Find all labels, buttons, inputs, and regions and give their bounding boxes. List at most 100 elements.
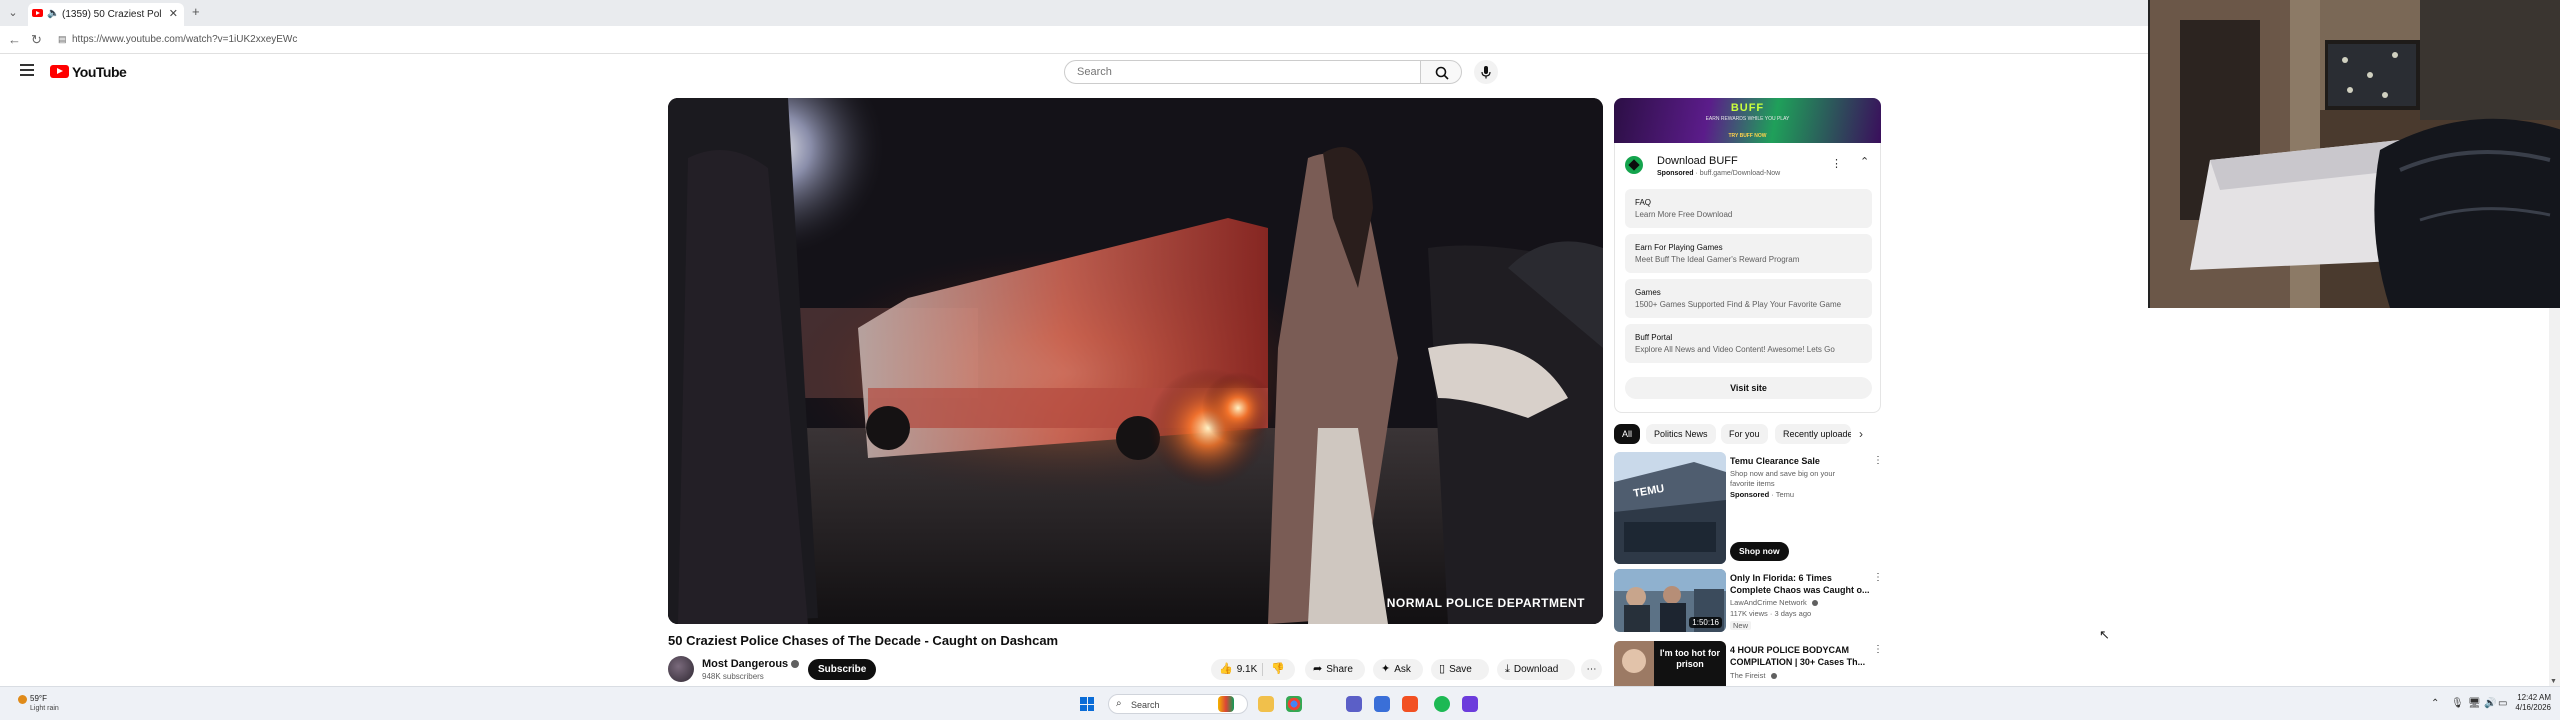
rec-channel[interactable]: The Fireist xyxy=(1730,671,1777,680)
thumbs-up-icon: 👍 xyxy=(1219,663,1233,675)
temu-storefront-image: TEMU xyxy=(1614,452,1726,564)
ask-button[interactable]: ✦ Ask xyxy=(1373,659,1423,680)
rec-menu-icon[interactable]: ⋮ xyxy=(1873,455,1883,466)
more-actions-icon[interactable]: ⋯ xyxy=(1581,659,1602,680)
rec-channel[interactable]: LawAndCrime Network xyxy=(1730,598,1818,607)
voice-search-button[interactable] xyxy=(1474,60,1498,84)
weather-sun-icon xyxy=(18,695,27,704)
sitelink-title: Games xyxy=(1635,288,1661,297)
ad-banner-image[interactable]: BUFF EARN REWARDS WHILE YOU PLAY TRY BUF… xyxy=(1614,98,1881,143)
channel-name[interactable]: Most Dangerous xyxy=(702,658,788,670)
tray-expand-icon[interactable]: ⌃ xyxy=(2431,698,2439,709)
sitelink-title: Buff Portal xyxy=(1635,333,1673,342)
video-duration: 1:50:16 xyxy=(1689,617,1722,628)
widgets-app-icon[interactable] xyxy=(1218,696,1234,712)
windows-start-icon[interactable] xyxy=(1080,697,1094,711)
new-tab-icon[interactable]: + xyxy=(192,4,200,19)
ad-title[interactable]: Download BUFF xyxy=(1657,155,1738,167)
speaker-icon[interactable]: 🔈 xyxy=(47,8,59,19)
like-button[interactable]: 👍 9.1K xyxy=(1219,663,1258,675)
close-tab-icon[interactable]: ✕ xyxy=(169,7,178,20)
spotify-icon[interactable] xyxy=(1434,696,1450,712)
rec-menu-icon[interactable]: ⋮ xyxy=(1873,572,1883,583)
shop-now-button[interactable]: Shop now xyxy=(1730,542,1789,561)
video-thumbnail[interactable]: 1:50:16 xyxy=(1614,569,1726,632)
webcam-overlay xyxy=(2148,0,2560,308)
ad-menu-icon[interactable]: ⋮ xyxy=(1831,157,1842,170)
rec-channel-name[interactable]: The Fireist xyxy=(1730,671,1765,680)
taskbar: 59°F Light rain ⌕ Search ⌃ 🎙 🖥 🔊 ▭ 12:42… xyxy=(0,686,2560,720)
subscribe-button[interactable]: Subscribe xyxy=(808,659,877,680)
rec-title[interactable]: Only In Florida: 6 Times Complete Chaos … xyxy=(1730,572,1870,596)
microphone-icon xyxy=(1481,66,1491,79)
rec-channel-name[interactable]: LawAndCrime Network xyxy=(1730,598,1807,607)
buff-logo-icon xyxy=(1625,156,1643,174)
share-arrow-icon: ➦ xyxy=(1313,663,1323,675)
clock-date: 4/16/2026 xyxy=(2515,703,2551,712)
url-field[interactable]: https://www.youtube.com/watch?v=1iUK2xxe… xyxy=(72,34,297,45)
browser-tab[interactable]: 🔈 (1359) 50 Craziest Police Cha ✕ xyxy=(28,3,184,26)
youtube-logo-icon[interactable] xyxy=(50,65,69,78)
weather-description: Light rain xyxy=(30,705,59,712)
video-frame xyxy=(668,98,1603,624)
new-badge: New xyxy=(1730,621,1752,630)
thumbs-down-icon: 👎 xyxy=(1271,663,1285,675)
app-icon[interactable] xyxy=(1462,696,1478,712)
verified-badge-icon xyxy=(791,660,800,669)
rec-menu-icon[interactable]: ⋮ xyxy=(1873,644,1883,655)
ad-card: Download BUFF Sponsored · buff.game/Down… xyxy=(1614,143,1881,413)
app-icon[interactable] xyxy=(1374,696,1390,712)
ad-sitelink[interactable]: Earn For Playing Games Meet Buff The Ide… xyxy=(1625,234,1872,273)
chip-all[interactable]: All xyxy=(1614,424,1641,444)
ad-sitelink[interactable]: FAQ Learn More Free Download xyxy=(1625,189,1872,228)
share-button[interactable]: ➦ Share xyxy=(1305,659,1365,680)
video-thumbnail[interactable]: I'm too hot for prison xyxy=(1614,641,1726,686)
back-arrow-icon[interactable]: ← xyxy=(8,32,21,47)
ad-sitelink[interactable]: Buff Portal Explore All News and Video C… xyxy=(1625,324,1872,363)
chip-politics-news[interactable]: Politics News xyxy=(1646,424,1716,444)
store-icon[interactable] xyxy=(1402,696,1418,712)
visit-site-button[interactable]: Visit site xyxy=(1625,377,1872,399)
download-label: Download xyxy=(1513,664,1559,675)
video-player[interactable]: NORMAL POLICE DEPARTMENT xyxy=(668,98,1603,624)
clock[interactable]: 12:42 AM 4/16/2026 xyxy=(2507,693,2551,713)
rec-title[interactable]: 4 HOUR POLICE BODYCAM COMPILATION | 30+ … xyxy=(1730,644,1870,668)
search-icon xyxy=(1435,66,1449,80)
weather-temperature: 59°F xyxy=(30,694,47,703)
collapse-chevron-icon[interactable]: ⌃ xyxy=(1860,155,1869,168)
network-icon[interactable]: 🖥 xyxy=(2468,698,2481,709)
microphone-icon[interactable]: 🎙 xyxy=(2451,698,2464,709)
chrome-icon[interactable] xyxy=(1286,696,1302,712)
channel-name-link[interactable]: Most Dangerous xyxy=(702,658,800,670)
sitelink-title: Earn For Playing Games xyxy=(1635,243,1723,252)
youtube-wordmark[interactable]: YouTube xyxy=(72,64,127,80)
search-button[interactable] xyxy=(1420,60,1462,84)
chevron-right-icon[interactable]: › xyxy=(1859,427,1863,441)
divider xyxy=(1262,663,1263,676)
rec-sponsor-line: Sponsored · Temu xyxy=(1730,490,1795,499)
dislike-button[interactable]: 👎 xyxy=(1271,659,1289,680)
file-explorer-icon[interactable] xyxy=(1258,696,1274,712)
temu-ad-thumbnail[interactable]: TEMU xyxy=(1614,452,1726,564)
advertiser-name: Temu xyxy=(1775,490,1795,499)
chip-recently-uploaded[interactable]: Recently uploaded xyxy=(1775,424,1851,444)
volume-icon[interactable]: 🔊 xyxy=(2484,698,2496,709)
ad-sitelink[interactable]: Games 1500+ Games Supported Find & Play … xyxy=(1625,279,1872,318)
scroll-down-arrow-icon[interactable]: ▼ xyxy=(2550,678,2557,685)
download-button[interactable]: ⤓ Download xyxy=(1497,659,1575,680)
rec-title[interactable]: Temu Clearance Sale xyxy=(1730,455,1870,467)
teams-icon[interactable] xyxy=(1346,696,1362,712)
search-input[interactable] xyxy=(1077,66,1397,78)
chip-for-you[interactable]: For you xyxy=(1721,424,1768,444)
youtube-header: YouTube xyxy=(0,54,2148,90)
channel-avatar[interactable] xyxy=(668,656,694,682)
ad-domain: buff.game/Download-Now xyxy=(1699,170,1781,177)
save-button[interactable]: ▯ Save xyxy=(1431,659,1489,680)
site-info-icon[interactable]: ▤ xyxy=(58,34,68,44)
like-count: 9.1K xyxy=(1236,664,1258,675)
mouse-cursor-icon: ↖ xyxy=(2099,627,2110,642)
tab-list-chevron-icon[interactable]: ⌄ xyxy=(6,6,20,20)
sitelink-description: Learn More Free Download xyxy=(1635,210,1733,219)
menu-icon[interactable] xyxy=(20,64,34,76)
reload-icon[interactable]: ↻ xyxy=(31,32,42,48)
